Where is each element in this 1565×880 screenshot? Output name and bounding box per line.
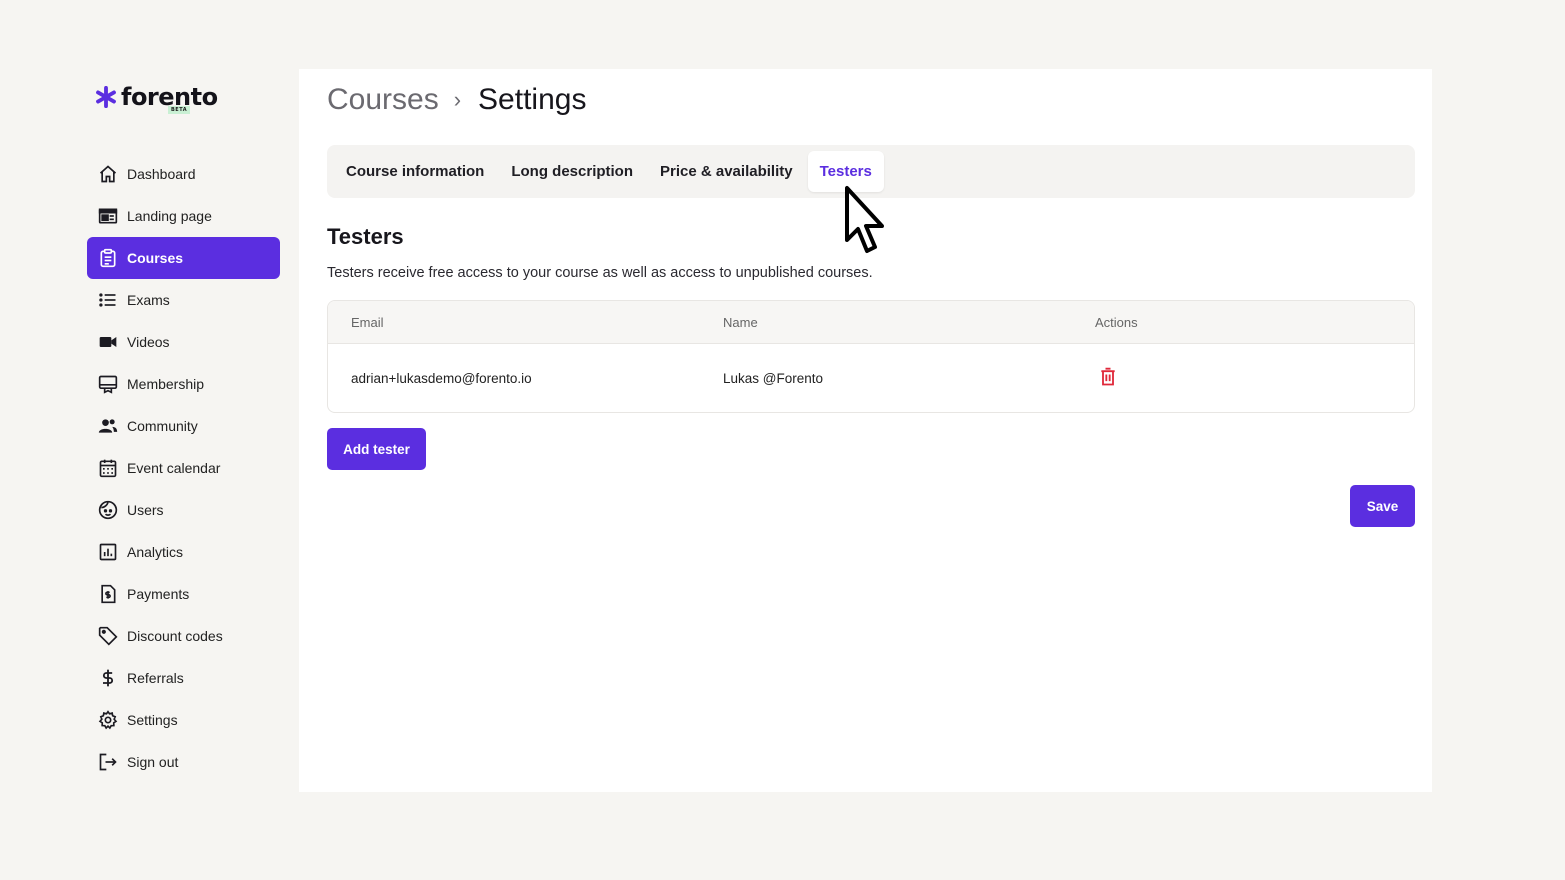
home-icon	[97, 164, 118, 185]
sidebar-item-label: Referrals	[127, 670, 184, 686]
people-icon	[97, 416, 118, 437]
sidebar-item-membership[interactable]: Membership	[87, 363, 280, 405]
breadcrumb-courses-link[interactable]: Courses	[327, 83, 439, 117]
asterisk-logo-icon	[96, 86, 116, 108]
mouse-pointer-icon	[845, 186, 884, 253]
sidebar-item-landing-page[interactable]: Landing page	[87, 195, 280, 237]
table-header: Email Name Actions	[328, 301, 1414, 344]
section-description: Testers receive free access to your cour…	[327, 265, 873, 281]
gear-icon	[97, 710, 118, 731]
membership-icon	[97, 374, 118, 395]
tab-course-information[interactable]: Course information	[334, 151, 496, 192]
sidebar-item-label: Community	[127, 418, 198, 434]
tab-price-availability[interactable]: Price & availability	[648, 151, 805, 192]
tester-email: adrian+lukasdemo@forento.io	[351, 370, 532, 386]
section-title: Testers	[327, 224, 404, 249]
column-header-name: Name	[723, 314, 758, 330]
sidebar-item-label: Landing page	[127, 208, 212, 224]
beta-badge: BETA	[168, 106, 191, 114]
main-panel: Courses › Settings Course information Lo…	[299, 69, 1432, 792]
chart-icon	[97, 542, 118, 563]
sign-out-icon	[97, 752, 118, 773]
sidebar-item-label: Discount codes	[127, 628, 223, 644]
add-tester-button[interactable]: Add tester	[327, 428, 426, 470]
delete-tester-button[interactable]	[1098, 366, 1118, 391]
sidebar-item-event-calendar[interactable]: Event calendar	[87, 447, 280, 489]
sidebar-item-community[interactable]: Community	[87, 405, 280, 447]
sidebar-item-label: Membership	[127, 376, 205, 392]
list-icon	[97, 290, 118, 311]
sidebar-item-label: Analytics	[127, 544, 184, 560]
dollar-icon	[97, 668, 118, 689]
sidebar-item-label: Courses	[127, 250, 184, 266]
column-header-actions: Actions	[1095, 314, 1138, 330]
sidebar-nav: Dashboard Landing page Courses Exams Vid…	[87, 153, 280, 783]
brand-logo[interactable]: forento BETA	[95, 84, 218, 114]
sidebar-item-discount-codes[interactable]: Discount codes	[87, 615, 280, 657]
invoice-icon	[97, 584, 118, 605]
clipboard-icon	[97, 248, 118, 269]
sidebar-item-dashboard[interactable]: Dashboard	[87, 153, 280, 195]
sidebar-item-sign-out[interactable]: Sign out	[87, 741, 280, 783]
sidebar-item-users[interactable]: Users	[87, 489, 280, 531]
sidebar-item-exams[interactable]: Exams	[87, 279, 280, 321]
sidebar-item-label: Exams	[127, 292, 170, 308]
face-icon	[97, 500, 118, 521]
sidebar-item-payments[interactable]: Payments	[87, 573, 280, 615]
sidebar-item-label: Sign out	[127, 754, 179, 770]
sidebar-item-label: Dashboard	[127, 166, 196, 182]
calendar-icon	[97, 458, 118, 479]
sidebar-item-label: Settings	[127, 712, 178, 728]
trash-icon	[1101, 367, 1115, 385]
sidebar-item-analytics[interactable]: Analytics	[87, 531, 280, 573]
sidebar-item-videos[interactable]: Videos	[87, 321, 280, 363]
video-icon	[97, 332, 118, 353]
tester-name: Lukas @Forento	[723, 370, 824, 386]
tab-long-description[interactable]: Long description	[499, 151, 645, 192]
sidebar-item-label: Payments	[127, 586, 190, 602]
save-button[interactable]: Save	[1350, 485, 1415, 527]
sidebar-item-label: Videos	[127, 334, 170, 350]
testers-table: Email Name Actions adrian+lukasdemo@fore…	[327, 300, 1415, 413]
column-header-email: Email	[351, 314, 384, 330]
tag-icon	[97, 626, 118, 647]
page-title: Settings	[478, 83, 587, 116]
breadcrumb: Courses › Settings	[327, 83, 586, 117]
sidebar-item-settings[interactable]: Settings	[87, 699, 280, 741]
sidebar-item-label: Users	[127, 502, 164, 518]
sidebar-item-label: Event calendar	[127, 460, 221, 476]
layout-icon	[97, 206, 118, 227]
sidebar-item-referrals[interactable]: Referrals	[87, 657, 280, 699]
table-row: adrian+lukasdemo@forento.io Lukas @Foren…	[328, 344, 1414, 412]
chevron-right-icon: ›	[453, 87, 462, 112]
sidebar-item-courses[interactable]: Courses	[87, 237, 280, 279]
